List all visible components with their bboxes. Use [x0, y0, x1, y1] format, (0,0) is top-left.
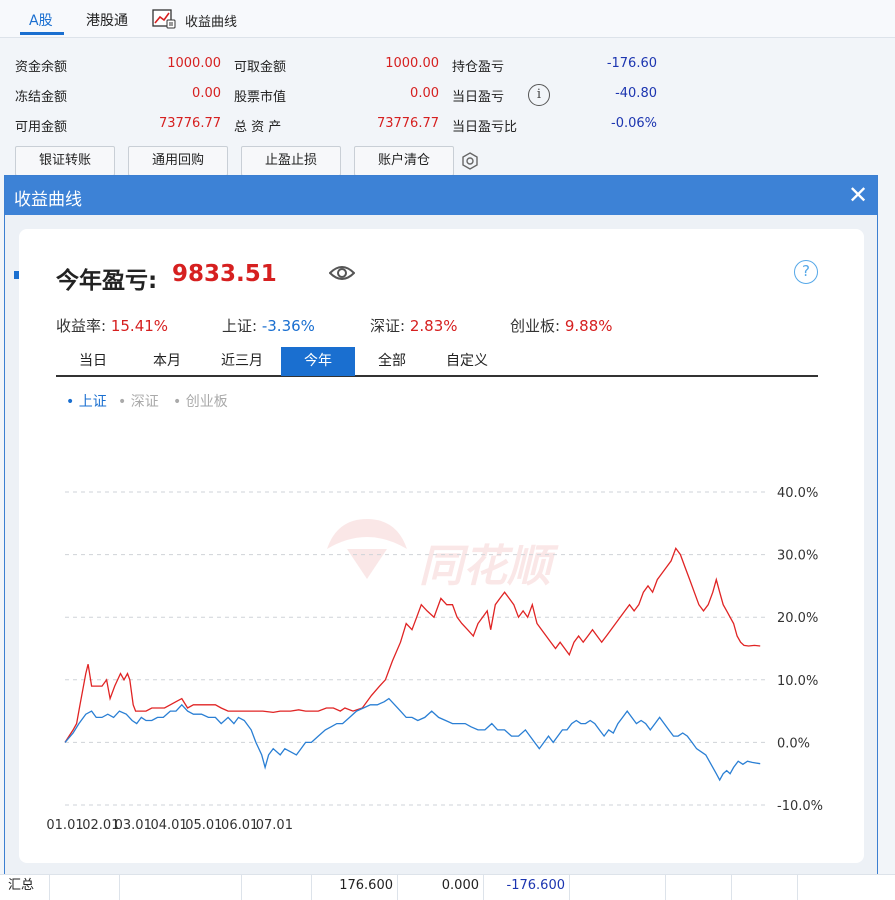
stat-value: 2.83%: [409, 317, 458, 335]
summary-cell-pnl: -176.600: [484, 875, 570, 900]
portfolio-series-line: [64, 546, 761, 743]
total-assets-label: 总 资 产: [234, 120, 282, 135]
summary-cell-cost: 176.600: [312, 875, 398, 900]
stat-label: 创业板:: [510, 317, 561, 335]
available-label: 可用金额: [15, 120, 68, 135]
summary-cell-empty: [242, 875, 312, 900]
x-tick-label: 05.01: [185, 818, 222, 833]
tab-today[interactable]: 当日: [56, 347, 130, 376]
daily-pnl-ratio-label: 当日盈亏比: [452, 120, 518, 135]
bank-transfer-button[interactable]: 银证转账: [15, 146, 115, 176]
legend-label: 上证: [78, 394, 107, 410]
fund-balance-value: 1000.00: [167, 56, 221, 71]
withdrawable-label: 可取金额: [234, 60, 287, 75]
profit-line-chart: 同花顺 40.0% 30.0% 20.0% 10.0% 0.0% -10.0% 01.01…: [46, 486, 823, 833]
legend-shenzhen[interactable]: • 深证: [118, 391, 159, 411]
y-tick-label: -10.0%: [777, 799, 823, 814]
daily-pnl-value: -40.80: [615, 86, 657, 101]
stat-value: -3.36%: [261, 317, 315, 335]
stop-profit-loss-button[interactable]: 止盈止损: [241, 146, 341, 176]
tab-this-year[interactable]: 今年: [281, 347, 355, 376]
summary-cell-empty: [50, 875, 120, 900]
year-pnl-label: 今年盈亏:: [56, 268, 158, 294]
stat-chinext: 创业板: 9.88%: [510, 315, 613, 336]
y-tick-label: 30.0%: [777, 549, 818, 564]
daily-pnl-label: 当日盈亏: [452, 90, 505, 105]
available-value: 73776.77: [158, 116, 221, 131]
legend-shanghai[interactable]: • 上证: [66, 391, 107, 411]
stat-shanghai: 上证: -3.36%: [222, 315, 315, 336]
y-tick-label: 20.0%: [777, 611, 818, 626]
withdrawable-value: 1000.00: [385, 56, 439, 71]
legend-chinext[interactable]: • 创业板: [173, 391, 228, 411]
stat-value: 15.41%: [110, 317, 169, 335]
index-series-line: [64, 697, 761, 782]
stat-label: 上证:: [222, 317, 258, 335]
position-pnl-label: 持仓盈亏: [452, 60, 505, 75]
line-chart-icon: [152, 9, 176, 29]
x-tick-label: 03.01: [115, 818, 152, 833]
summary-cell-empty: [120, 875, 242, 900]
period-tabs: 当日 本月 近三月 今年 全部 自定义: [56, 347, 818, 377]
summary-row: 汇总 176.600 0.000 -176.600: [0, 874, 895, 900]
frozen-label: 冻结金额: [15, 90, 68, 105]
summary-label: 汇总: [0, 875, 50, 900]
y-tick-label: 0.0%: [777, 736, 810, 751]
tab-hk-connect[interactable]: 港股通: [86, 10, 128, 30]
year-pnl-value: 9833.51: [172, 261, 277, 287]
info-icon[interactable]: i: [528, 84, 550, 106]
stock-value-label: 股票市值: [234, 90, 287, 105]
repo-button[interactable]: 通用回购: [128, 146, 228, 176]
top-tab-bar: A股 港股通 收益曲线: [0, 0, 895, 38]
tab-this-month[interactable]: 本月: [130, 347, 204, 376]
watermark-logo: 同花顺: [327, 519, 559, 592]
x-tick-label: 07.01: [256, 818, 293, 833]
summary-cell-empty: [666, 875, 732, 900]
legend-label: 深证: [130, 394, 159, 410]
stat-value: 9.88%: [564, 317, 613, 335]
settings-hexagon-icon[interactable]: [460, 151, 480, 171]
daily-pnl-ratio-value: -0.06%: [611, 116, 657, 131]
help-icon[interactable]: ?: [794, 260, 818, 284]
tab-a-shares[interactable]: A股: [29, 10, 53, 30]
summary-cell-value: 0.000: [398, 875, 484, 900]
stat-return: 收益率: 15.41%: [56, 315, 168, 336]
y-tick-label: 10.0%: [777, 674, 818, 689]
dialog-title: 收益曲线: [14, 190, 82, 210]
frozen-value: 0.00: [192, 86, 221, 101]
x-tick-label: 06.01: [221, 818, 258, 833]
tab-last-3-months[interactable]: 近三月: [204, 347, 280, 376]
fund-balance-label: 资金余额: [15, 60, 68, 75]
legend-label: 创业板: [185, 394, 228, 410]
tab-profit-curve[interactable]: 收益曲线: [185, 11, 237, 30]
active-tab-indicator: [20, 32, 64, 35]
summary-cell-empty: [570, 875, 666, 900]
y-tick-label: 40.0%: [777, 486, 818, 501]
stat-label: 收益率:: [56, 317, 107, 335]
total-assets-value: 73776.77: [376, 116, 439, 131]
tab-custom[interactable]: 自定义: [429, 347, 505, 376]
stat-label: 深证:: [370, 317, 406, 335]
dialog-header: 收益曲线 ✕: [5, 176, 877, 215]
close-icon[interactable]: ✕: [848, 181, 868, 209]
stat-shenzhen: 深证: 2.83%: [370, 315, 458, 336]
x-tick-label: 01.01: [46, 818, 83, 833]
clear-positions-button[interactable]: 账户清仓: [354, 146, 454, 176]
x-tick-label: 04.01: [150, 818, 187, 833]
position-pnl-value: -176.60: [606, 56, 657, 71]
watermark-text: 同花顺: [419, 541, 559, 592]
tab-all[interactable]: 全部: [355, 347, 429, 376]
stock-value: 0.00: [410, 86, 439, 101]
eye-icon[interactable]: [329, 264, 355, 282]
account-summary: 资金余额 1000.00 冻结金额 0.00 可用金额 73776.77 可取金…: [0, 38, 895, 176]
profit-curve-dialog: 收益曲线 ✕ 今年盈亏: 9833.51 ? 收益率: 15.41% 上证: -…: [4, 175, 878, 878]
summary-cell-empty: [732, 875, 798, 900]
profit-card: 今年盈亏: 9833.51 ? 收益率: 15.41% 上证: -3.36% 深…: [19, 229, 864, 863]
